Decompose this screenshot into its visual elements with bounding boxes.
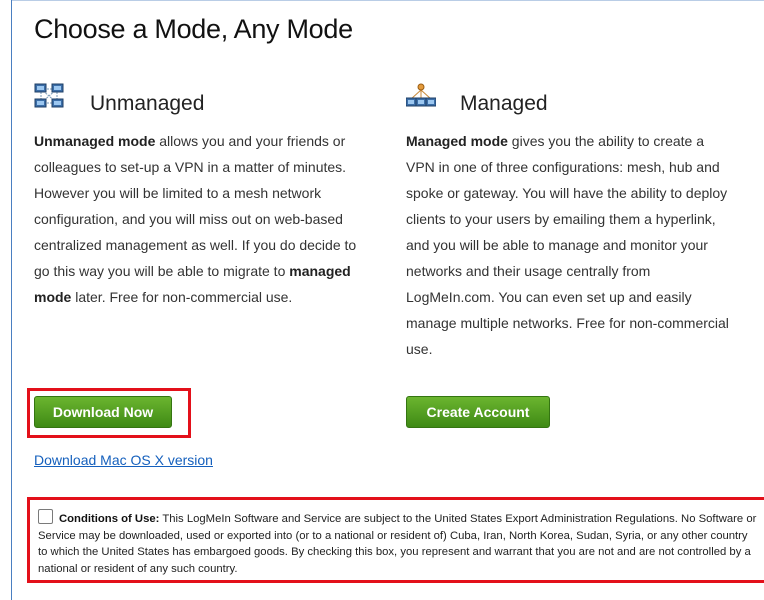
managed-title: Managed	[460, 92, 548, 115]
conditions-label: Conditions of Use:	[59, 513, 160, 525]
managed-mode-bold-lead: Managed mode	[406, 133, 508, 149]
unmanaged-title: Unmanaged	[90, 92, 205, 115]
download-mac-link[interactable]: Download Mac OS X version	[34, 452, 213, 468]
unmanaged-header: Unmanaged	[34, 80, 364, 124]
managed-network-icon	[405, 83, 437, 109]
unmanaged-desc-text-2: later. Free for non-commercial use.	[71, 289, 293, 305]
unmanaged-section: Unmanaged Unmanaged mode allows you and …	[34, 80, 364, 310]
mesh-network-icon	[34, 83, 64, 109]
unmanaged-desc-text-1: allows you and your friends or colleague…	[34, 133, 357, 279]
managed-section: Managed Managed mode gives you the abili…	[405, 80, 736, 362]
download-now-button[interactable]: Download Now	[34, 396, 172, 428]
managed-description: Managed mode gives you the ability to cr…	[406, 128, 736, 362]
conditions-checkbox[interactable]	[38, 509, 53, 524]
page-title: Choose a Mode, Any Mode	[34, 14, 353, 44]
managed-desc-text: gives you the ability to create a VPN in…	[406, 133, 729, 357]
unmanaged-description: Unmanaged mode allows you and your frien…	[34, 128, 364, 310]
unmanaged-mode-bold: Unmanaged mode	[34, 133, 156, 149]
create-account-button[interactable]: Create Account	[406, 396, 550, 428]
managed-header: Managed	[405, 80, 736, 124]
conditions-of-use-box: Conditions of Use: This LogMeIn Software…	[27, 497, 764, 583]
